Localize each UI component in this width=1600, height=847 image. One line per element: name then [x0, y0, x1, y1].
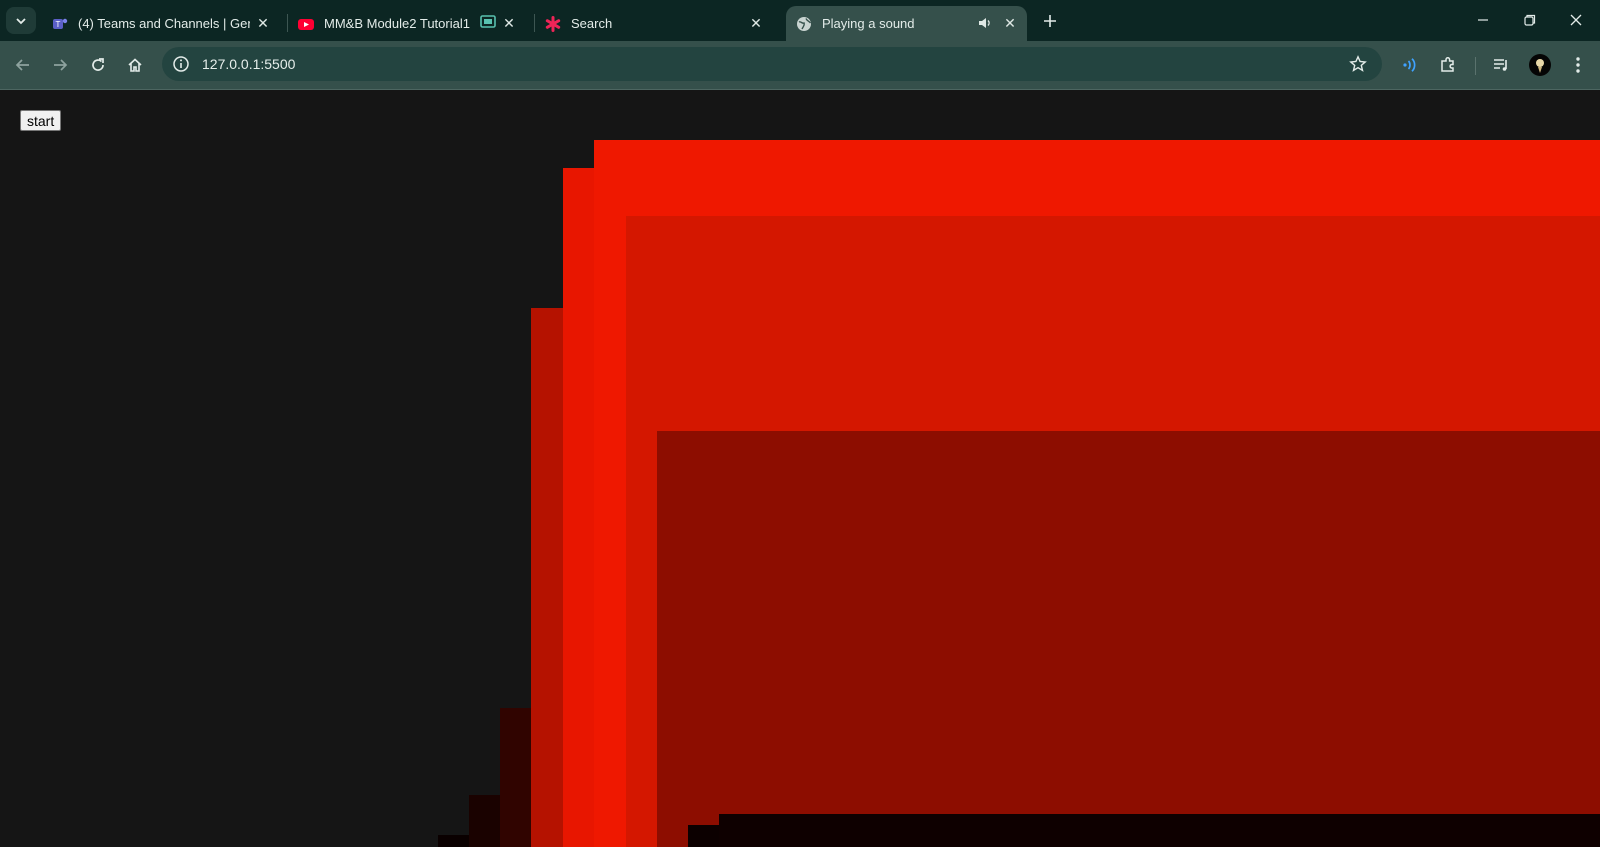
visualizer-bar [500, 708, 532, 847]
home-button[interactable] [123, 53, 147, 77]
speaker-icon[interactable] [977, 15, 993, 34]
globe-icon [796, 16, 812, 32]
tab-title: Search [571, 16, 613, 31]
svg-text:T: T [56, 20, 61, 29]
toolbar-separator [1475, 57, 1476, 75]
tab-title: (4) Teams and Channels | Gener [78, 16, 250, 31]
more-vertical-icon [1576, 57, 1580, 73]
tab-teams[interactable]: T (4) Teams and Channels | Gener ✕ [42, 6, 280, 41]
restore-icon [1524, 14, 1536, 26]
profile-button[interactable] [1528, 53, 1552, 77]
close-icon[interactable]: ✕ [747, 14, 765, 32]
minimize-icon [1478, 19, 1488, 21]
start-button[interactable]: start [20, 110, 62, 131]
puzzle-piece-icon [1441, 56, 1454, 72]
reload-icon [92, 58, 104, 71]
close-icon[interactable]: ✕ [254, 14, 272, 32]
visualizer-bar [531, 308, 564, 847]
close-window-button[interactable] [1562, 8, 1590, 32]
plus-icon [1044, 15, 1056, 27]
back-button[interactable] [11, 53, 35, 77]
tab-search[interactable]: Search ✕ [535, 6, 773, 41]
youtube-icon [298, 16, 314, 32]
reload-button[interactable] [86, 53, 110, 77]
tab-playing-a-sound[interactable]: Playing a sound ✕ [786, 6, 1027, 41]
tab-search-button[interactable] [6, 7, 36, 34]
teams-icon: T [52, 16, 68, 32]
read-aloud-button[interactable] [1398, 53, 1422, 77]
minimize-button[interactable] [1469, 8, 1497, 32]
home-icon [128, 58, 142, 72]
browser-toolbar: 127.0.0.1:5500 [0, 41, 1600, 90]
chevron-down-icon [16, 17, 26, 24]
cast-icon [480, 15, 496, 32]
read-aloud-icon [1403, 58, 1416, 72]
visualizer-bar [563, 168, 595, 847]
close-icon[interactable]: ✕ [1001, 14, 1019, 32]
tab-title: MM&B Module2 Tutorial1 - [324, 16, 474, 31]
forward-arrow-icon [54, 59, 68, 71]
tab-title: Playing a sound [822, 16, 915, 31]
visualizer-bar [688, 825, 720, 847]
asterisk-icon [545, 15, 561, 32]
new-tab-button[interactable] [1038, 9, 1062, 33]
visualizer-bar [469, 795, 501, 847]
close-icon [1570, 14, 1582, 26]
url-text[interactable]: 127.0.0.1:5500 [202, 56, 295, 72]
tab-youtube[interactable]: MM&B Module2 Tutorial1 - ✕ [288, 6, 526, 41]
visualizer-bar [657, 431, 1600, 847]
media-controls-button[interactable] [1490, 53, 1514, 77]
extensions-button[interactable] [1436, 53, 1460, 77]
visualizer-bar [719, 814, 1600, 847]
back-arrow-icon [15, 59, 29, 71]
page-content: start [0, 90, 1600, 847]
site-info-icon[interactable] [172, 55, 190, 73]
close-icon[interactable]: ✕ [500, 14, 518, 32]
forward-button[interactable] [48, 53, 72, 77]
address-bar[interactable]: 127.0.0.1:5500 [162, 47, 1382, 81]
browser-menu-button[interactable] [1566, 53, 1590, 77]
visualizer-bar [438, 835, 470, 847]
restore-button[interactable] [1516, 8, 1544, 32]
bookmark-star-icon[interactable] [1348, 54, 1368, 74]
avatar [1529, 54, 1551, 76]
tab-strip: T (4) Teams and Channels | Gener ✕ MM&B … [0, 0, 1600, 41]
playlist-icon [1494, 59, 1507, 71]
